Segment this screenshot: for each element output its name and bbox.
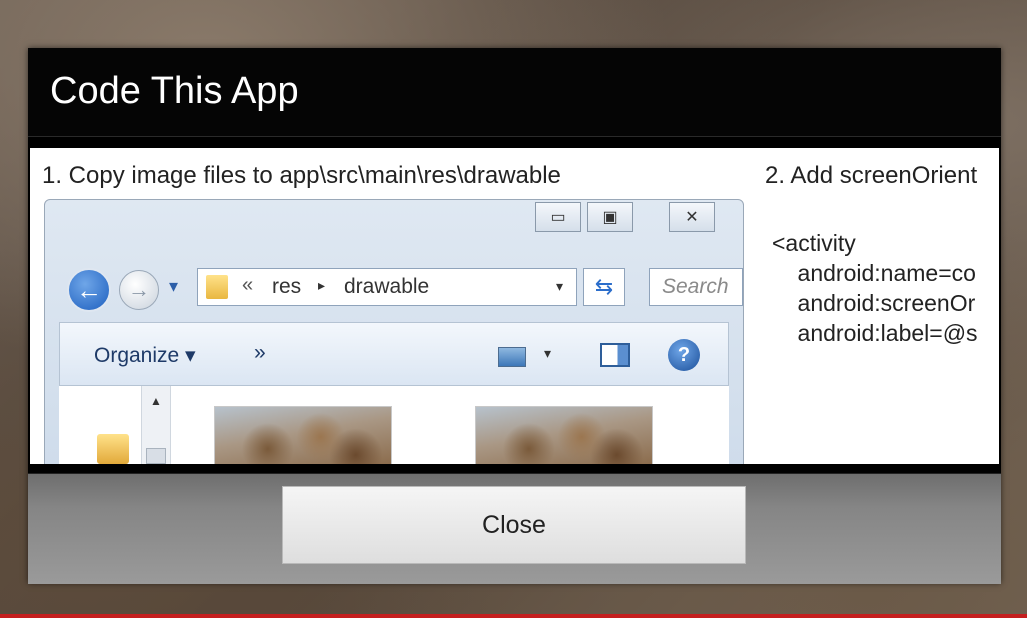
scroll-thumb	[146, 448, 166, 464]
search-box: Search	[649, 268, 743, 306]
address-dropdown-icon: ▾	[556, 278, 564, 294]
window-close-icon: ✕	[669, 202, 715, 232]
code-line: <activity	[772, 230, 856, 256]
breadcrumb-drawable: drawable	[344, 275, 430, 298]
background-edge	[0, 614, 1027, 618]
minimize-icon: ▭	[535, 202, 581, 232]
file-list: ▲	[59, 386, 729, 464]
scroll-up-icon: ▲	[150, 394, 162, 408]
view-dropdown-icon: ▾	[544, 345, 552, 361]
view-icon	[498, 347, 526, 367]
forward-arrow-icon: →	[119, 270, 159, 310]
dialog-title: Code This App	[50, 70, 299, 112]
folder-icon	[97, 434, 129, 464]
breadcrumb-overflow: «	[242, 274, 254, 296]
dialog-footer: Close	[28, 473, 1001, 584]
close-button[interactable]: Close	[282, 486, 746, 564]
code-line: android:screenOr	[772, 290, 976, 316]
more-commands-icon: »	[254, 341, 266, 364]
window-buttons: ▭ ▣ ✕	[535, 202, 730, 234]
dialog-titlebar: Code This App	[28, 48, 1001, 137]
instructions-content[interactable]: 1. Copy image files to app\src\main\res\…	[30, 148, 999, 464]
breadcrumb-res: res	[272, 275, 302, 298]
tree-scrollbar: ▲	[141, 386, 171, 464]
maximize-icon: ▣	[587, 202, 633, 232]
activity-code-snippet: <activity android:name=co android:screen…	[772, 228, 978, 348]
history-dropdown-icon: ▾	[169, 276, 179, 296]
organize-menu: Organize ▾	[94, 344, 196, 367]
image-thumbnail	[214, 406, 392, 464]
explorer-screenshot-image: ▭ ▣ ✕ ← → ▾ « res ▸ drawable ▾ ⇆ Search …	[44, 199, 744, 464]
preview-pane-icon	[600, 343, 630, 367]
folder-icon	[206, 275, 228, 299]
code-line: android:name=co	[772, 260, 976, 286]
breadcrumb-arrow-icon: ▸	[318, 277, 326, 293]
refresh-icon: ⇆	[583, 268, 625, 306]
code-this-app-dialog: Code This App 1. Copy image files to app…	[28, 48, 1001, 584]
step2-text: 2. Add screenOrient	[765, 162, 978, 189]
code-line: android:label=@s	[772, 320, 978, 346]
step1-text: 1. Copy image files to app\src\main\res\…	[42, 162, 561, 189]
help-icon: ?	[668, 339, 700, 371]
image-thumbnail	[475, 406, 653, 464]
explorer-toolbar: Organize ▾ » ▾ ?	[59, 322, 729, 386]
back-arrow-icon: ←	[67, 268, 111, 312]
address-bar: « res ▸ drawable ▾	[197, 268, 577, 306]
